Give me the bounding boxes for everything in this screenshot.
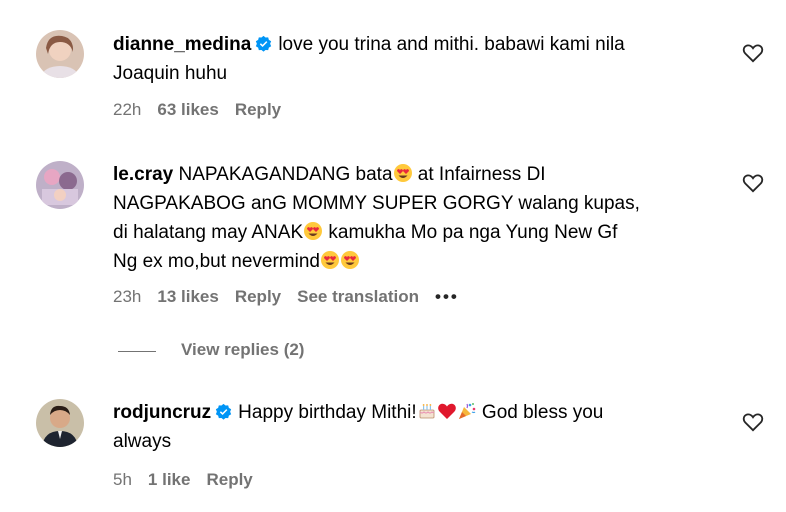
heart-eyes-emoji (341, 251, 359, 269)
verified-badge-icon (256, 35, 272, 52)
username[interactable]: rodjuncruz (113, 402, 211, 423)
timestamp[interactable]: 22h (113, 100, 141, 119)
cake-emoji (419, 404, 435, 419)
heart-eyes-emoji (321, 251, 339, 269)
more-options-icon[interactable]: ••• (435, 287, 459, 306)
party-popper-emoji (458, 403, 476, 419)
likes-count[interactable]: 63 likes (157, 100, 218, 119)
comment-line: kamukha Mo pa nga Yung New Gf (323, 222, 618, 243)
comment-line: Happy birthday Mithi! (238, 402, 417, 423)
comment-line: di halatang may ANAK (113, 222, 304, 243)
comment-text: le.cray NAPAKAGANDANG bata at Infairness… (113, 160, 713, 276)
comment-meta: 22h 63 likes Reply (113, 100, 297, 120)
comment-text: rodjuncruz Happy birthday Mithi! God bles… (113, 398, 713, 456)
see-translation-button[interactable]: See translation (297, 287, 419, 306)
username[interactable]: le.cray (113, 164, 173, 185)
replies-divider (118, 351, 156, 352)
heart-icon[interactable] (742, 173, 764, 193)
reply-button[interactable]: Reply (206, 470, 252, 489)
avatar[interactable] (36, 30, 84, 78)
comment-line: always (113, 431, 172, 452)
reply-button[interactable]: Reply (235, 287, 281, 306)
heart-eyes-emoji (393, 164, 412, 182)
comment-meta: 5h 1 like Reply (113, 470, 269, 490)
timestamp[interactable]: 5h (113, 470, 132, 489)
likes-count[interactable]: 13 likes (157, 287, 218, 306)
timestamp[interactable]: 23h (113, 287, 141, 306)
reply-button[interactable]: Reply (235, 100, 281, 119)
comment-line: love you trina and mithi. babawi kami ni… (278, 34, 625, 55)
heart-icon[interactable] (742, 412, 764, 432)
verified-badge-icon (216, 403, 232, 420)
avatar[interactable] (36, 161, 84, 209)
heart-icon[interactable] (742, 43, 764, 63)
red-heart-emoji (437, 403, 456, 419)
comment-line: Ng ex mo,but nevermind (113, 251, 320, 272)
comment-meta: 23h 13 likes Reply See translation ••• (113, 287, 475, 307)
comment-line: Joaquin huhu (113, 63, 228, 84)
comment-line: at Infairness DI (412, 164, 546, 185)
comment-line: NAPAKAGANDANG bata (178, 164, 393, 185)
comment-text: dianne_medina love you trina and mithi. b… (113, 30, 713, 88)
heart-eyes-emoji (304, 222, 323, 240)
view-replies-button[interactable]: View replies (2) (181, 340, 304, 360)
comment-line: NAGPAKABOG anG MOMMY SUPER GORGY walang … (113, 193, 640, 214)
avatar[interactable] (36, 399, 84, 447)
username[interactable]: dianne_medina (113, 34, 251, 55)
comment-line: God bless you (476, 402, 604, 423)
likes-count[interactable]: 1 like (148, 470, 191, 489)
